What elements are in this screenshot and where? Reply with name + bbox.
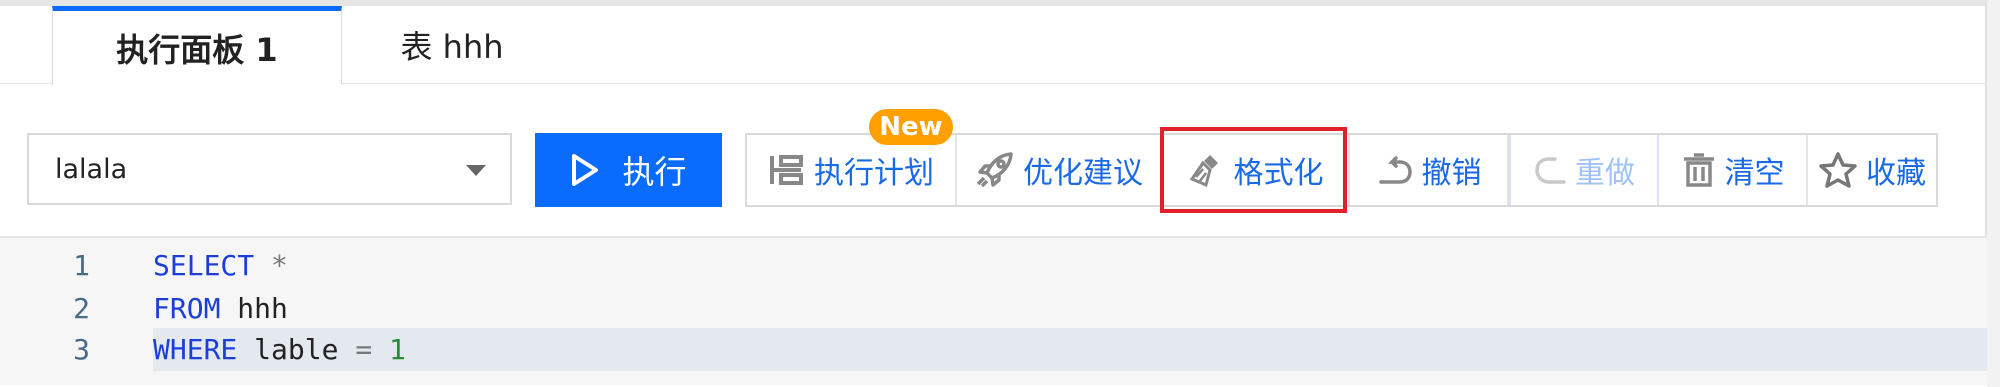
chevron-down-icon (466, 165, 486, 176)
favorite-button[interactable]: 收藏 (1808, 135, 1936, 205)
format-button-highlight-box (1160, 127, 1347, 213)
code-token: 1 (389, 333, 406, 366)
editor-line[interactable]: 1 SELECT * (0, 244, 1987, 287)
redo-label: 重做 (1575, 156, 1635, 191)
tab-table-hhh[interactable]: 表 hhh (342, 6, 562, 84)
exec-plan-button[interactable]: 执行计划 (747, 135, 957, 205)
database-select[interactable]: lalala (27, 133, 512, 205)
rocket-icon (975, 151, 1015, 189)
clear-button[interactable]: 清空 (1659, 135, 1808, 205)
active-line-highlight (153, 328, 1987, 371)
tab-bar: 执行面板 1 表 hhh (0, 6, 1987, 85)
undo-button[interactable]: 撤销 (1350, 135, 1509, 205)
run-button[interactable]: 执行 (535, 133, 722, 207)
code-token: FROM (153, 292, 221, 325)
clear-label: 清空 (1724, 156, 1785, 191)
code-token: WHERE (153, 333, 238, 366)
plan-icon (768, 153, 806, 187)
undo-icon (1376, 155, 1414, 185)
code-line: SELECT * (153, 249, 288, 282)
code-token: lable (237, 333, 356, 366)
exec-plan-label: 执行计划 (814, 156, 934, 191)
code-token: SELECT (153, 249, 255, 282)
line-number: 1 (73, 249, 90, 282)
play-icon (572, 154, 599, 186)
code-token: hhh (220, 292, 288, 325)
redo-button[interactable]: 重做 (1509, 135, 1659, 205)
tab-exec-panel[interactable]: 执行面板 1 (52, 6, 342, 85)
database-select-value: lalala (55, 153, 128, 185)
optimize-suggest-button[interactable]: 优化建议 (957, 135, 1163, 205)
right-scroll-strip (1987, 0, 2000, 387)
editor-line-active[interactable]: 3 WHERE lable = 1 (0, 328, 1987, 371)
editor-line[interactable]: 2 FROM hhh (0, 287, 1987, 330)
favorite-label: 收藏 (1866, 156, 1926, 191)
star-icon (1818, 151, 1858, 189)
optimize-suggest-label: 优化建议 (1023, 156, 1143, 191)
line-number: 2 (73, 292, 90, 325)
code-token: = (355, 333, 373, 366)
code-line: WHERE lable = 1 (153, 333, 406, 366)
sql-editor[interactable]: 1 SELECT * 2 FROM hhh 3 WHERE lable = 1 (0, 236, 1987, 385)
new-badge: New (869, 109, 953, 145)
redo-icon (1533, 154, 1567, 186)
run-button-label: 执行 (622, 153, 687, 191)
trash-icon (1681, 152, 1717, 188)
code-line: FROM hhh (153, 292, 288, 325)
code-token: * (271, 249, 288, 282)
line-number: 3 (73, 333, 90, 366)
undo-label: 撤销 (1421, 156, 1482, 191)
